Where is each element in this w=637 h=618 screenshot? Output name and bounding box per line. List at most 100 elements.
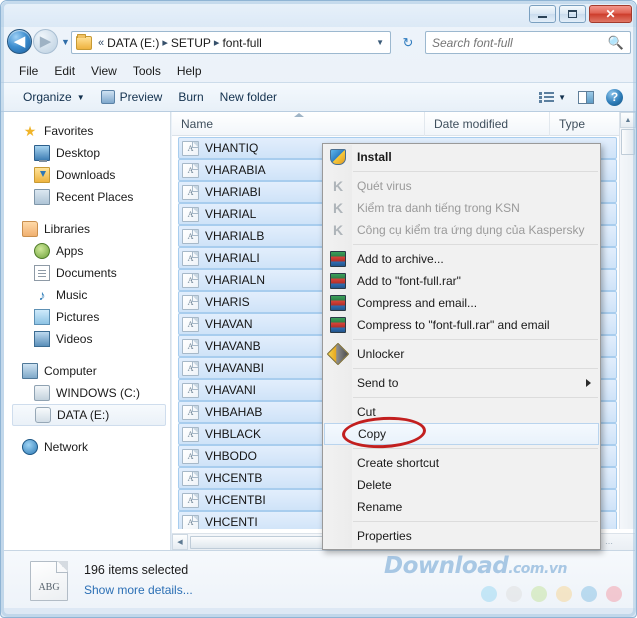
file-name: VHAVAN: [205, 317, 253, 331]
menu-item-properties[interactable]: Properties: [323, 525, 600, 547]
preview-pane-button[interactable]: [573, 88, 599, 107]
file-name: VHCENTI: [205, 515, 258, 529]
downloads-icon: [34, 167, 50, 183]
sidebar-item-videos[interactable]: Videos: [4, 328, 170, 350]
nav-buttons: ◀ ▶ ▼: [7, 29, 70, 54]
sidebar-group-computer: Computer WINDOWS (C:) DATA (E:): [4, 360, 170, 426]
search-icon[interactable]: 🔍: [608, 35, 624, 51]
sidebar-item-computer[interactable]: Computer: [4, 360, 170, 382]
preview-button[interactable]: Preview: [93, 87, 171, 107]
sidebar-item-data-e[interactable]: DATA (E:): [12, 404, 166, 426]
search-box[interactable]: 🔍: [425, 31, 631, 54]
address-bar[interactable]: « DATA (E:) ▸ SETUP ▸ font-full ▼: [71, 31, 391, 54]
forward-button[interactable]: ▶: [33, 29, 58, 54]
breadcrumb-item-setup[interactable]: SETUP: [171, 36, 211, 50]
maximize-button[interactable]: [559, 5, 586, 23]
menu-item-add-to-archive[interactable]: Add to archive...: [323, 248, 600, 270]
column-header-date-modified[interactable]: Date modified: [425, 112, 550, 136]
column-header-name[interactable]: Name: [172, 112, 425, 136]
winrar-icon: [330, 273, 346, 289]
menu-item-add-to-rar[interactable]: Add to "font-full.rar": [323, 270, 600, 292]
vertical-scroll-thumb[interactable]: [621, 129, 635, 155]
drive-icon: [34, 385, 50, 401]
burn-button[interactable]: Burn: [170, 87, 211, 107]
vertical-scrollbar[interactable]: ▲: [619, 112, 635, 529]
breadcrumb-overflow[interactable]: «: [98, 37, 104, 49]
menu-item-copy[interactable]: Copy: [324, 423, 599, 445]
kaspersky-icon: K: [330, 200, 346, 216]
sidebar-item-documents[interactable]: Documents: [4, 262, 170, 284]
menu-item-send-to[interactable]: Send to: [323, 372, 600, 394]
show-more-details-link[interactable]: Show more details...: [84, 583, 193, 597]
menu-separator: [353, 521, 598, 522]
sort-ascending-icon: [294, 113, 304, 117]
status-file-icon: ABG: [30, 561, 68, 601]
menu-item-edit[interactable]: Edit: [47, 62, 84, 80]
sidebar-label: Network: [44, 440, 88, 454]
menu-item-compress-and-email[interactable]: Compress and email...: [323, 292, 600, 314]
kaspersky-icon: K: [330, 222, 346, 238]
font-file-icon: A: [182, 493, 199, 508]
menu-item-view[interactable]: View: [84, 62, 126, 80]
file-name: VHARIALN: [205, 273, 265, 287]
sidebar-item-favorites[interactable]: ★ Favorites: [4, 120, 170, 142]
menu-item-compress-to-rar-and-email[interactable]: Compress to "font-full.rar" and email: [323, 314, 600, 336]
sidebar-item-apps[interactable]: Apps: [4, 240, 170, 262]
sidebar-item-pictures[interactable]: Pictures: [4, 306, 170, 328]
new-folder-button[interactable]: New folder: [212, 87, 285, 107]
menu-item-rename[interactable]: Rename: [323, 496, 600, 518]
change-view-button[interactable]: ▼: [534, 88, 571, 106]
menu-item-label: Unlocker: [357, 347, 404, 361]
pictures-icon: [34, 309, 50, 325]
help-button[interactable]: ?: [601, 86, 628, 109]
menu-item-help[interactable]: Help: [170, 62, 211, 80]
music-icon: ♪: [34, 287, 50, 303]
menu-item-label: Compress to "font-full.rar" and email: [357, 318, 550, 332]
refresh-button[interactable]: ↻: [396, 31, 420, 54]
sidebar-item-libraries[interactable]: Libraries: [4, 218, 170, 240]
breadcrumb-item-font-full[interactable]: font-full: [222, 36, 261, 50]
sidebar-label: Computer: [44, 364, 97, 378]
sidebar-item-network[interactable]: Network: [4, 436, 170, 458]
search-input[interactable]: [426, 35, 608, 51]
sidebar-label: WINDOWS (C:): [56, 386, 140, 400]
scroll-up-button[interactable]: ▲: [620, 112, 636, 128]
recent-pages-dropdown-icon[interactable]: ▼: [61, 37, 70, 47]
sidebar-item-music[interactable]: ♪ Music: [4, 284, 170, 306]
scroll-left-button[interactable]: ◀: [172, 534, 188, 550]
wand-icon: [327, 343, 350, 366]
menu-item-file[interactable]: File: [12, 62, 47, 80]
menu-item-cut[interactable]: Cut: [323, 401, 600, 423]
address-dropdown-icon[interactable]: ▼: [376, 38, 384, 47]
sidebar-item-windows-c[interactable]: WINDOWS (C:): [4, 382, 170, 404]
menu-item-unlocker[interactable]: Unlocker: [323, 343, 600, 365]
window-controls: ✕: [529, 5, 632, 23]
column-header-type[interactable]: Type: [550, 112, 618, 136]
minimize-button[interactable]: [529, 5, 556, 23]
sidebar-group-favorites: ★ Favorites Desktop Downloads Recent Pla…: [4, 120, 170, 208]
sidebar-item-recent-places[interactable]: Recent Places: [4, 186, 170, 208]
column-header-type-label: Type: [559, 117, 585, 131]
sidebar-item-desktop[interactable]: Desktop: [4, 142, 170, 164]
breadcrumb-item-data[interactable]: DATA (E:): [107, 36, 159, 50]
close-icon: ✕: [605, 8, 615, 20]
close-button[interactable]: ✕: [589, 5, 632, 23]
menu-item-label: Cut: [357, 405, 376, 419]
menu-item-label: Delete: [357, 478, 392, 492]
back-button[interactable]: ◀: [7, 29, 32, 54]
sidebar-item-downloads[interactable]: Downloads: [4, 164, 170, 186]
preview-icon: [101, 90, 115, 104]
folder-icon: [76, 36, 92, 50]
context-menu[interactable]: Install K Quét virus K Kiểm tra danh tiế…: [322, 143, 601, 550]
watermark-dot: [506, 586, 522, 602]
menu-item-label: Add to "font-full.rar": [357, 274, 461, 288]
menu-item-install[interactable]: Install: [323, 146, 600, 168]
file-name: VHCENTBI: [205, 493, 266, 507]
chevron-down-icon: ▼: [558, 93, 566, 102]
menu-item-delete[interactable]: Delete: [323, 474, 600, 496]
menu-item-create-shortcut[interactable]: Create shortcut: [323, 452, 600, 474]
organize-button[interactable]: Organize ▼: [15, 87, 93, 107]
watermark-suffix: .com.vn: [508, 561, 567, 577]
view-list-icon: [539, 91, 554, 103]
menu-item-tools[interactable]: Tools: [126, 62, 170, 80]
